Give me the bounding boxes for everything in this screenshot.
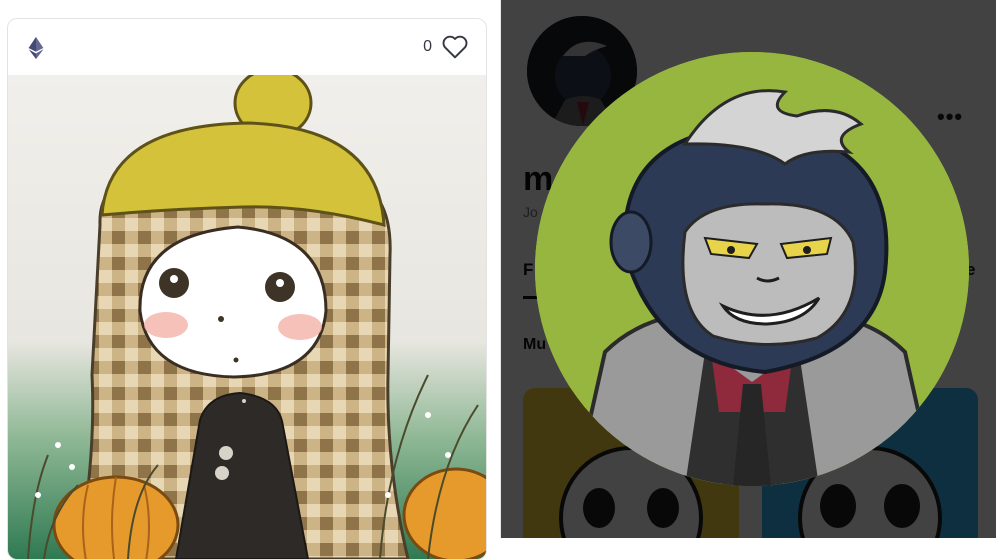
nft-card[interactable]: 0 xyxy=(7,18,487,560)
like-count: 0 xyxy=(423,38,432,55)
nft-panel: 0 xyxy=(0,0,500,560)
nft-artwork-image[interactable] xyxy=(8,75,486,559)
ethereum-icon xyxy=(28,37,44,59)
heart-icon[interactable] xyxy=(442,35,468,59)
profile-panel: ••• m Jo F rite Mu xyxy=(501,0,996,538)
card-header: 0 xyxy=(8,19,486,75)
zoomed-avatar-image[interactable] xyxy=(535,52,969,486)
